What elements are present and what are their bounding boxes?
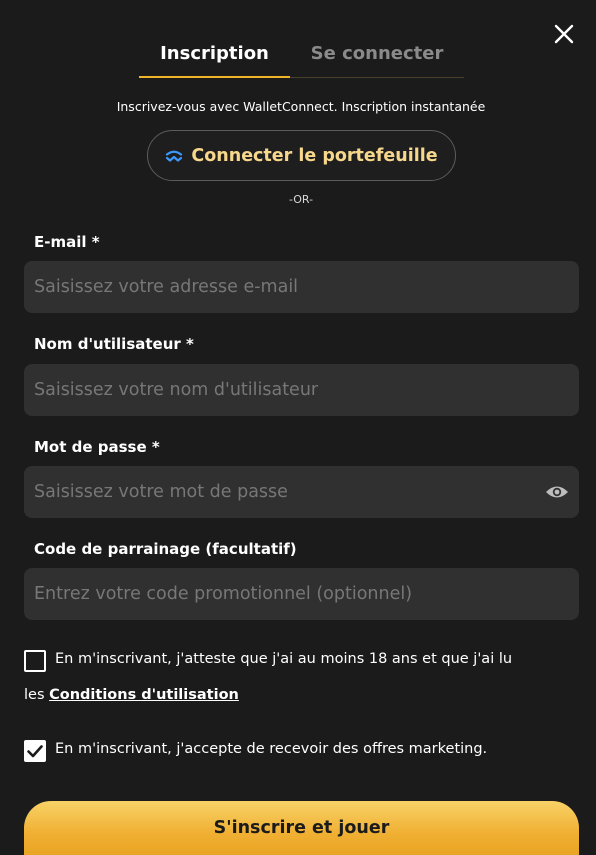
marketing-text: En m'inscrivant, j'accepte de recevoir d…	[55, 741, 488, 757]
terms-line: les Conditions d'utilisation	[24, 687, 239, 703]
password-input[interactable]	[24, 466, 579, 518]
terms-prefix: les	[24, 687, 50, 703]
terms-of-use-link[interactable]: Conditions d'utilisation	[49, 687, 239, 703]
email-input[interactable]	[24, 261, 579, 313]
username-label: Nom d'utilisateur *	[34, 335, 194, 353]
walletconnect-subtitle: Inscrivez-vous avec WalletConnect. Inscr…	[116, 99, 486, 114]
marketing-checkbox[interactable]	[24, 740, 46, 762]
signup-submit-label: S'inscrire et jouer	[213, 818, 390, 838]
or-divider: -OR-	[288, 193, 314, 206]
close-button[interactable]	[552, 22, 576, 46]
referral-code-input[interactable]	[24, 568, 579, 620]
tab-signup[interactable]: Inscription	[139, 38, 290, 78]
password-label: Mot de passe *	[34, 438, 160, 456]
connect-wallet-label: Connecter le portefeuille	[191, 145, 438, 166]
referral-label: Code de parrainage (facultatif)	[34, 540, 297, 558]
signup-submit-button[interactable]: S'inscrire et jouer	[24, 801, 579, 855]
connect-wallet-button[interactable]: Connecter le portefeuille	[147, 130, 456, 181]
checkmark-icon	[27, 745, 43, 758]
username-input[interactable]	[24, 364, 579, 416]
tab-login[interactable]: Se connecter	[290, 38, 464, 78]
auth-tabs: Inscription Se connecter	[139, 38, 464, 78]
password-visibility-toggle[interactable]	[545, 481, 569, 503]
close-icon	[554, 24, 574, 44]
age-terms-text: En m'inscrivant, j'atteste que j'ai au m…	[55, 651, 513, 667]
email-label: E-mail *	[34, 233, 100, 251]
walletconnect-icon	[166, 150, 183, 162]
eye-icon	[546, 486, 568, 498]
age-terms-checkbox[interactable]	[24, 650, 46, 672]
